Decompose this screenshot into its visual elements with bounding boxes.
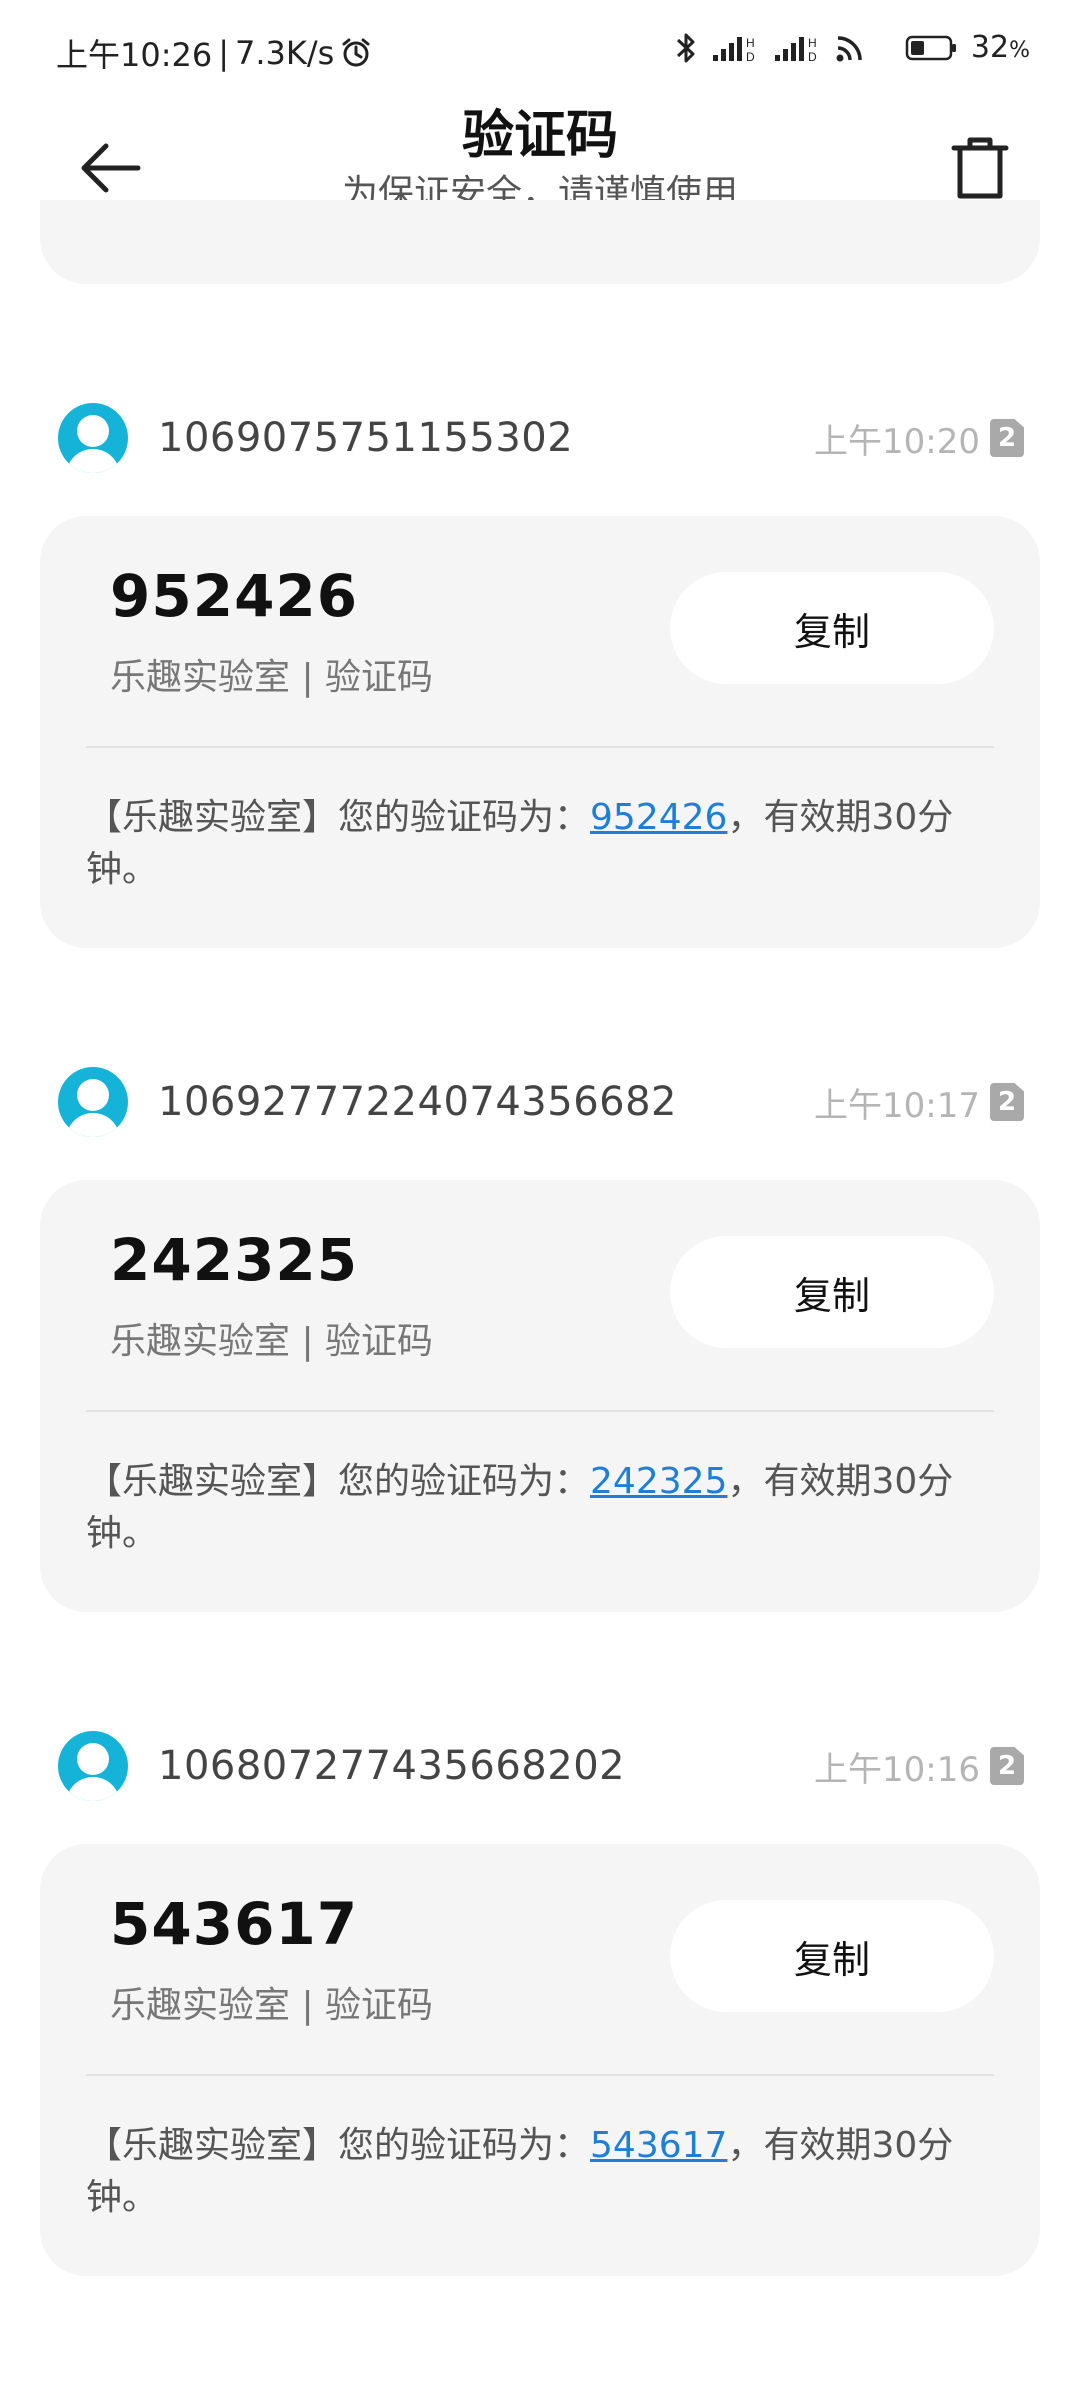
- sender-number: 1069075751155302: [158, 415, 574, 461]
- verification-code-card: 952426 乐趣实验室 | 验证码 复制 【乐趣实验室】您的验证码为：9524…: [40, 516, 1040, 948]
- contact-avatar-icon[interactable]: [58, 1731, 128, 1801]
- trash-icon: [951, 137, 1009, 199]
- message-body: 【乐趣实验室】您的验证码为：242325，有效期30分钟。: [86, 1456, 994, 1560]
- svg-text:H: H: [808, 36, 817, 50]
- message-body: 【乐趣实验室】您的验证码为：543617，有效期30分钟。: [86, 2120, 994, 2224]
- message-header: 1069075751155302 上午10:20 2: [58, 398, 1024, 478]
- code-link[interactable]: 543617: [590, 2125, 727, 2166]
- page-title: 验证码: [461, 106, 618, 166]
- message-time: 上午10:20: [814, 421, 980, 462]
- partial-message-card: [40, 200, 1040, 284]
- network-speed: 7.3K/s: [235, 34, 335, 72]
- sender-number: 10692777224074356682: [158, 1079, 677, 1125]
- sim-card-icon: 2: [990, 1747, 1024, 1785]
- code-source-label: 乐趣实验室 | 验证码: [110, 657, 434, 698]
- svg-text:H: H: [746, 36, 755, 50]
- message-body-prefix: 【乐趣实验室】您的验证码为：: [86, 797, 591, 838]
- message-body: 【乐趣实验室】您的验证码为：952426，有效期30分钟。: [86, 792, 994, 896]
- status-bar: 上午10:26 | 7.3K/s H D H D 32%: [0, 0, 1080, 100]
- sender-number: 106807277435668202: [158, 1743, 626, 1789]
- verification-code-card: 242325 乐趣实验室 | 验证码 复制 【乐趣实验室】您的验证码为：2423…: [40, 1180, 1040, 1612]
- verification-code: 242325: [110, 1226, 359, 1294]
- bluetooth-icon: [675, 31, 697, 65]
- battery-percent: 32: [970, 30, 1010, 65]
- battery-level: 32%: [971, 30, 1030, 65]
- cellular-signal-icon: H D: [711, 33, 759, 63]
- message-header: 10692777224074356682 上午10:17 2: [58, 1062, 1024, 1142]
- status-time: 上午10:26: [56, 36, 213, 74]
- battery-unit: %: [1009, 38, 1030, 63]
- message-body-prefix: 【乐趣实验室】您的验证码为：: [86, 1461, 591, 1502]
- message-time: 上午10:16: [814, 1749, 980, 1790]
- message-header: 106807277435668202 上午10:16 2: [58, 1726, 1024, 1806]
- status-separator: |: [218, 34, 230, 72]
- code-source-label: 乐趣实验室 | 验证码: [110, 1321, 434, 1362]
- sim-card-icon: 2: [990, 419, 1024, 457]
- back-arrow-icon: [81, 143, 141, 193]
- delete-button[interactable]: [940, 128, 1020, 208]
- code-source-label: 乐趣实验室 | 验证码: [110, 1985, 434, 2026]
- verification-code-card: 543617 乐趣实验室 | 验证码 复制 【乐趣实验室】您的验证码为：5436…: [40, 1844, 1040, 2276]
- copy-button[interactable]: 复制: [670, 572, 994, 684]
- verification-code: 543617: [110, 1890, 359, 1958]
- wifi-icon: [835, 33, 865, 63]
- message-body-prefix: 【乐趣实验室】您的验证码为：: [86, 2125, 591, 2166]
- status-right: H D H D 32%: [675, 30, 1030, 65]
- verification-code: 952426: [110, 562, 359, 630]
- status-left: 上午10:26 | 7.3K/s: [56, 30, 372, 76]
- back-button[interactable]: [70, 128, 150, 208]
- cellular-signal-icon-2: H D: [773, 33, 821, 63]
- sim-card-icon: 2: [990, 1083, 1024, 1121]
- alarm-clock-icon: [340, 37, 372, 69]
- code-link[interactable]: 242325: [590, 1461, 727, 1502]
- battery-icon: [905, 34, 957, 62]
- divider: [86, 2074, 994, 2076]
- copy-button[interactable]: 复制: [670, 1900, 994, 2012]
- divider: [86, 746, 994, 748]
- contact-avatar-icon[interactable]: [58, 403, 128, 473]
- svg-text:D: D: [746, 50, 755, 63]
- copy-button[interactable]: 复制: [670, 1236, 994, 1348]
- code-link[interactable]: 952426: [590, 797, 727, 838]
- message-time: 上午10:17: [814, 1085, 980, 1126]
- divider: [86, 1410, 994, 1412]
- contact-avatar-icon[interactable]: [58, 1067, 128, 1137]
- svg-text:D: D: [808, 50, 817, 63]
